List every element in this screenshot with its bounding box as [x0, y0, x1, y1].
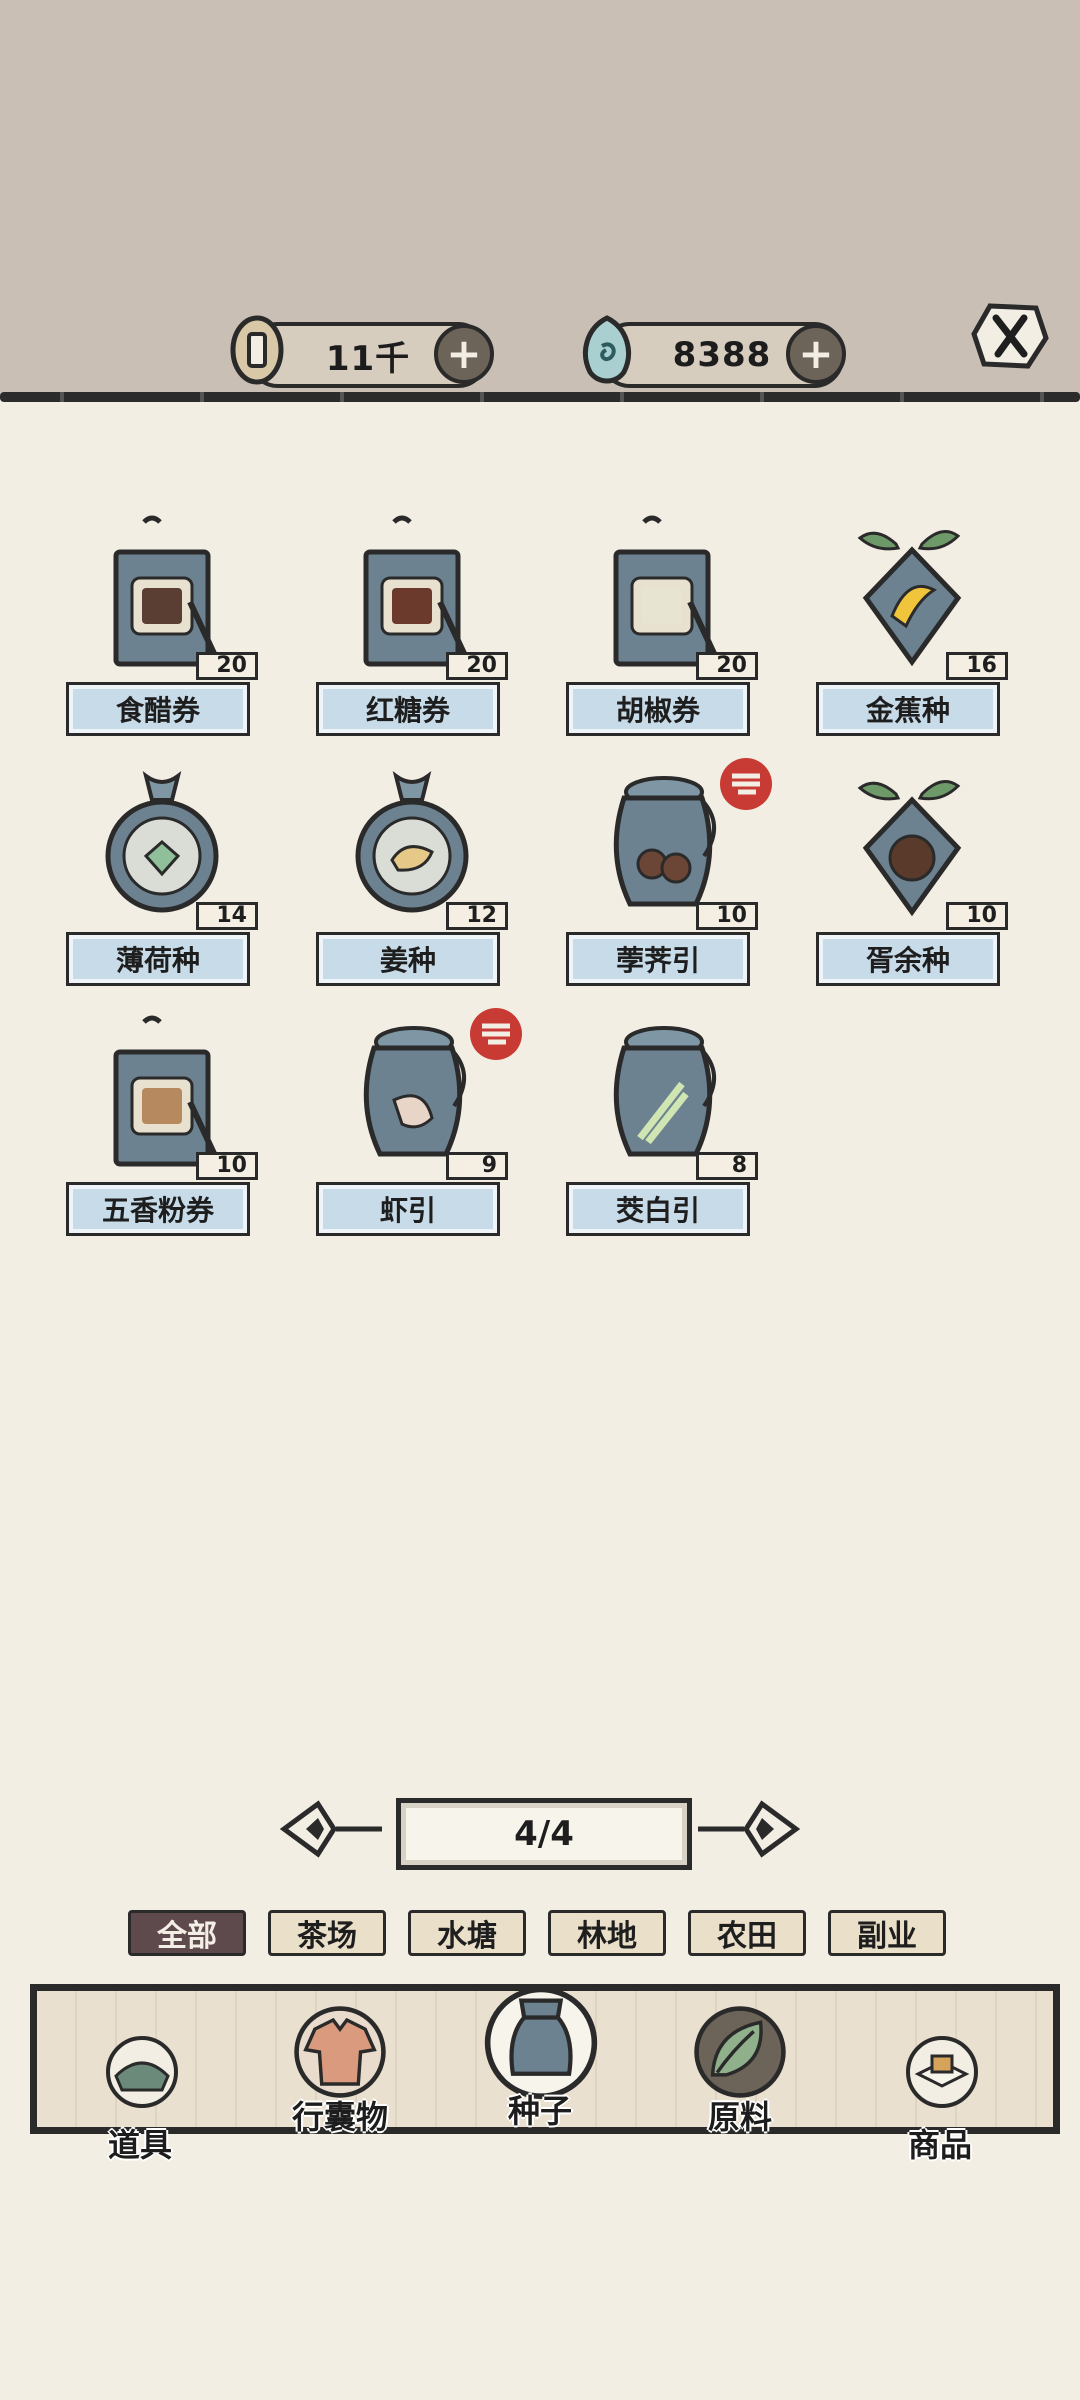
leaf-icon: [694, 2006, 786, 2098]
robe-icon: [294, 2006, 386, 2098]
page-indicator: 4/4: [396, 1798, 692, 1870]
item-card[interactable]: 8 茭白引: [566, 1014, 758, 1244]
seed-banana-icon: [836, 514, 986, 674]
seed-bag-icon: [484, 1986, 598, 2099]
ticket-five-spice-icon: [86, 1014, 236, 1174]
item-name: 胥余种: [816, 932, 1000, 986]
arrow-left-icon: [279, 1800, 382, 1858]
item-name: 五香粉券: [66, 1182, 250, 1236]
item-card[interactable]: 12 姜种: [316, 764, 508, 994]
item-count: 8: [696, 1152, 758, 1180]
arrow-right-icon: [698, 1800, 801, 1858]
item-card[interactable]: 16 金蕉种: [816, 514, 1008, 744]
pouch-wild-rice-icon: [586, 1014, 736, 1174]
category-label: 道具: [107, 2126, 172, 2164]
item-count: 16: [946, 652, 1008, 680]
item-count: 20: [446, 652, 508, 680]
item-name: 荸荠引: [566, 932, 750, 986]
jade-icon: [572, 312, 642, 388]
new-stamp-icon: [716, 754, 776, 814]
item-count: 9: [446, 1152, 508, 1180]
ticket-brown-sugar-icon: [336, 514, 486, 674]
item-name: 虾引: [316, 1182, 500, 1236]
item-card[interactable]: 20 食醋券: [66, 514, 258, 744]
item-name: 食醋券: [66, 682, 250, 736]
coin-icon: [222, 312, 292, 388]
top-banner: [0, 0, 1080, 398]
item-name: 薄荷种: [66, 932, 250, 986]
close-icon: [971, 303, 1049, 369]
item-name: 金蕉种: [816, 682, 1000, 736]
item-card[interactable]: 10 荸荠引: [566, 758, 772, 994]
item-count: 10: [696, 902, 758, 930]
filter-tab-pond[interactable]: 水塘: [408, 1910, 526, 1956]
category-tab-materials[interactable]: 原料: [670, 2004, 810, 2136]
category-tab-seeds[interactable]: 种子: [470, 1980, 610, 2130]
seed-ginger-icon: [336, 764, 486, 924]
item-name: 姜种: [316, 932, 500, 986]
item-name: 胡椒券: [566, 682, 750, 736]
category-label: 行囊物: [291, 2098, 388, 2136]
item-name: 茭白引: [566, 1182, 750, 1236]
seed-mint-icon: [86, 764, 236, 924]
banner-edge: [0, 392, 1080, 402]
goods-box-icon: [906, 2036, 978, 2108]
filter-tab-sideline[interactable]: 副业: [828, 1910, 946, 1956]
add-coins-button[interactable]: +: [434, 324, 494, 384]
ticket-pepper-icon: [586, 514, 736, 674]
pouch-shrimp-icon: [336, 1014, 486, 1174]
category-label: 商品: [907, 2126, 972, 2164]
pouch-water-chestnut-icon: [586, 764, 736, 924]
jade-balance: 8388: [672, 335, 772, 375]
page-indicator-text: 4/4: [514, 1814, 574, 1854]
ticket-vinegar-icon: [86, 514, 236, 674]
item-count: 12: [446, 902, 508, 930]
add-jade-button[interactable]: +: [786, 324, 846, 384]
coin-balance: 11千: [325, 338, 411, 379]
item-card[interactable]: 10 五香粉券: [66, 1014, 258, 1244]
filter-tab-all[interactable]: 全部: [128, 1910, 246, 1956]
next-page-button[interactable]: [692, 1796, 802, 1862]
category-label: 原料: [707, 2098, 772, 2136]
category-tab-props[interactable]: 道具: [70, 2030, 210, 2164]
item-count: 20: [196, 652, 258, 680]
item-count: 10: [946, 902, 1008, 930]
filter-tab-tea-farm[interactable]: 茶场: [268, 1910, 386, 1956]
props-icon: [106, 2036, 178, 2108]
seed-coconut-icon: [836, 764, 986, 924]
prev-page-button[interactable]: [278, 1796, 388, 1862]
item-card[interactable]: 10 胥余种: [816, 764, 1008, 994]
category-tab-goods[interactable]: 商品: [870, 2030, 1010, 2164]
filter-tab-forest[interactable]: 林地: [548, 1910, 666, 1956]
close-button[interactable]: [970, 300, 1050, 372]
item-card[interactable]: 20 红糖券: [316, 514, 508, 744]
item-card[interactable]: 20 胡椒券: [566, 514, 758, 744]
new-stamp-icon: [466, 1004, 526, 1064]
item-count: 10: [196, 1152, 258, 1180]
category-tab-luggage[interactable]: 行囊物: [270, 2004, 410, 2136]
item-count: 14: [196, 902, 258, 930]
item-card[interactable]: 14 薄荷种: [66, 764, 258, 994]
category-label: 种子: [507, 2092, 572, 2130]
item-name: 红糖券: [316, 682, 500, 736]
item-card[interactable]: 9 虾引: [316, 1008, 522, 1244]
item-count: 20: [696, 652, 758, 680]
filter-tab-farmland[interactable]: 农田: [688, 1910, 806, 1956]
